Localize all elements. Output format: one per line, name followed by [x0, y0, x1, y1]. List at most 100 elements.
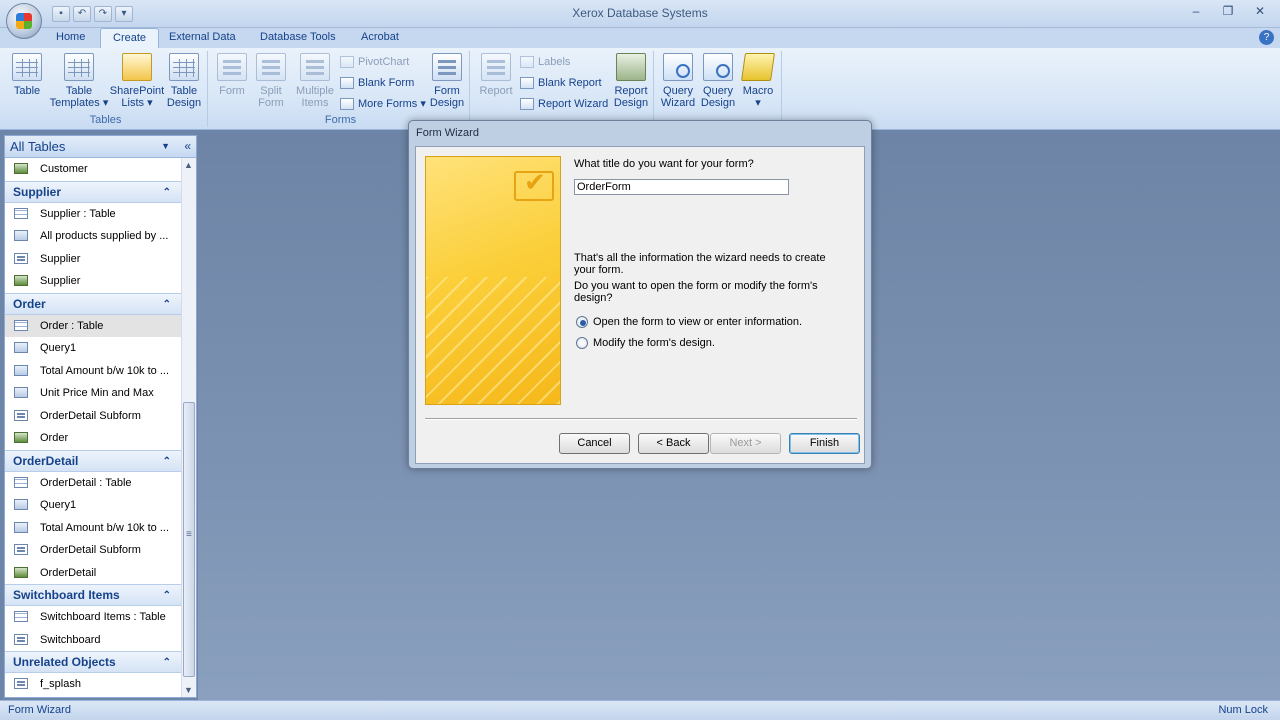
- nav-group-header[interactable]: Unrelated Objects ⌃: [5, 651, 181, 673]
- more-forms-button[interactable]: More Forms ▾: [338, 95, 426, 113]
- nav-item[interactable]: Supplier: [5, 248, 181, 271]
- labels-button[interactable]: Labels: [518, 53, 570, 71]
- tab-create[interactable]: Create: [100, 28, 160, 48]
- split-form-icon: [256, 53, 286, 81]
- table-icon: [14, 319, 28, 331]
- nav-title: All Tables: [10, 139, 66, 154]
- blank-report-label: Blank Report: [538, 77, 602, 89]
- pivotchart-label: PivotChart: [358, 56, 410, 68]
- other-group: Query Wizard Query Design Macro ▾: [658, 51, 782, 127]
- nav-item[interactable]: Total Amount b/w 10k to ...: [5, 517, 181, 540]
- report-button[interactable]: Report: [476, 53, 516, 97]
- collapse-group-icon[interactable]: ⌃: [163, 586, 171, 606]
- open-question: Do you want to open the form or modify t…: [574, 280, 818, 304]
- nav-header[interactable]: All Tables ▼ «: [5, 136, 196, 158]
- nav-item-label: Supplier : Table: [40, 207, 116, 220]
- table-icon: [14, 207, 28, 219]
- nav-item[interactable]: f_splash: [5, 673, 181, 696]
- nav-item[interactable]: Total Amount b/w 10k to ...: [5, 360, 181, 383]
- report-icon: [481, 53, 511, 81]
- nav-item[interactable]: Supplier: [5, 270, 181, 293]
- nav-group-header[interactable]: Switchboard Items ⌃: [5, 584, 181, 606]
- option-modify-radio[interactable]: Modify the form's design.: [576, 337, 715, 351]
- report-design-label: Report Design: [613, 85, 649, 109]
- report-wizard-button[interactable]: Report Wizard: [518, 95, 608, 113]
- scroll-thumb[interactable]: [183, 402, 195, 677]
- radio-unchecked-icon[interactable]: [576, 337, 588, 349]
- tab-acrobat[interactable]: Acrobat: [349, 28, 411, 48]
- query-icon: [14, 230, 28, 241]
- split-form-button[interactable]: Split Form: [252, 53, 290, 109]
- radio-checked-icon[interactable]: [576, 316, 588, 328]
- form-design-button[interactable]: Form Design: [426, 53, 468, 109]
- tab-external-data[interactable]: External Data: [157, 28, 248, 48]
- next-button[interactable]: Next >: [710, 433, 781, 454]
- collapse-group-icon[interactable]: ⌃: [163, 452, 171, 472]
- table-templates-button[interactable]: Table Templates ▾: [48, 53, 110, 109]
- macro-label: Macro: [742, 85, 774, 97]
- pivotchart-button[interactable]: PivotChart: [338, 53, 409, 71]
- nav-item[interactable]: Switchboard: [5, 629, 181, 652]
- nav-item-label: Supplier: [40, 252, 81, 265]
- nav-item[interactable]: Customer: [5, 158, 181, 181]
- multiple-items-button[interactable]: Multiple Items: [292, 53, 338, 109]
- collapse-pane-icon[interactable]: «: [184, 139, 191, 153]
- nav-scrollbar[interactable]: ▲ ▼: [181, 158, 196, 697]
- table-button[interactable]: Table: [8, 53, 46, 97]
- sharepoint-lists-button[interactable]: SharePoint Lists ▾: [108, 53, 166, 109]
- nav-item[interactable]: OrderDetail: [5, 562, 181, 585]
- sharepoint-lists-icon: [122, 53, 152, 81]
- back-button[interactable]: < Back: [638, 433, 709, 454]
- nav-item[interactable]: Supplier : Table: [5, 203, 181, 226]
- cancel-button[interactable]: Cancel: [559, 433, 630, 454]
- more-forms-label: More Forms: [358, 98, 418, 110]
- query-wizard-button[interactable]: Query Wizard: [658, 53, 698, 109]
- report-design-button[interactable]: Report Design: [610, 53, 652, 109]
- nav-item-label: f_splash: [40, 678, 81, 690]
- nav-item[interactable]: Query1: [5, 494, 181, 517]
- blank-form-button[interactable]: Blank Form: [338, 74, 414, 92]
- nav-item[interactable]: OrderDetail : Table: [5, 472, 181, 495]
- scroll-up-icon[interactable]: ▲: [184, 160, 193, 170]
- nav-item[interactable]: OrderDetail Subform: [5, 405, 181, 428]
- title-question: What title do you want for your form?: [574, 158, 754, 170]
- nav-group-header[interactable]: OrderDetail ⌃: [5, 449, 181, 472]
- form-button[interactable]: Form: [214, 53, 250, 97]
- tab-database-tools[interactable]: Database Tools: [248, 28, 348, 48]
- nav-item-label: Query1: [40, 342, 77, 354]
- nav-item[interactable]: Order : Table: [5, 314, 181, 337]
- close-icon[interactable]: ✕: [1246, 2, 1274, 20]
- nav-item[interactable]: Order: [5, 427, 181, 450]
- nav-item[interactable]: All products supplied by ...: [5, 225, 181, 248]
- nav-group-header[interactable]: Order ⌃: [5, 292, 181, 315]
- tab-home[interactable]: Home: [44, 28, 97, 48]
- chevron-down-icon[interactable]: ▼: [161, 141, 170, 151]
- blank-report-button[interactable]: Blank Report: [518, 74, 602, 92]
- form-title-input[interactable]: [574, 179, 789, 195]
- nav-group-label: Unrelated Objects: [13, 655, 116, 669]
- finish-button[interactable]: Finish: [789, 433, 860, 454]
- help-icon[interactable]: ?: [1259, 30, 1274, 45]
- macro-button[interactable]: Macro ▾: [738, 53, 778, 109]
- office-button[interactable]: [6, 3, 42, 39]
- nav-group-header[interactable]: Supplier ⌃: [5, 180, 181, 203]
- option-open-radio[interactable]: Open the form to view or enter informati…: [576, 316, 802, 330]
- status-text: Form Wizard: [8, 704, 71, 716]
- collapse-group-icon[interactable]: ⌃: [163, 295, 171, 315]
- report-icon: [14, 163, 28, 174]
- nav-item[interactable]: Switchboard Items : Table: [5, 606, 181, 629]
- minimize-icon[interactable]: –: [1182, 2, 1210, 20]
- blank-form-label: Blank Form: [358, 77, 415, 89]
- nav-item[interactable]: Unit Price Min and Max: [5, 382, 181, 405]
- collapse-group-icon[interactable]: ⌃: [163, 183, 171, 203]
- nav-item[interactable]: OrderDetail Subform: [5, 539, 181, 562]
- table-icon: [14, 476, 28, 488]
- form-icon: [14, 633, 28, 645]
- collapse-group-icon[interactable]: ⌃: [163, 653, 171, 673]
- query-design-button[interactable]: Query Design: [698, 53, 738, 109]
- table-design-button[interactable]: Table Design: [164, 53, 204, 109]
- info-text: That's all the information the wizard ne…: [574, 252, 826, 276]
- scroll-down-icon[interactable]: ▼: [184, 685, 193, 695]
- restore-icon[interactable]: ❐: [1214, 2, 1242, 20]
- nav-item[interactable]: Query1: [5, 337, 181, 360]
